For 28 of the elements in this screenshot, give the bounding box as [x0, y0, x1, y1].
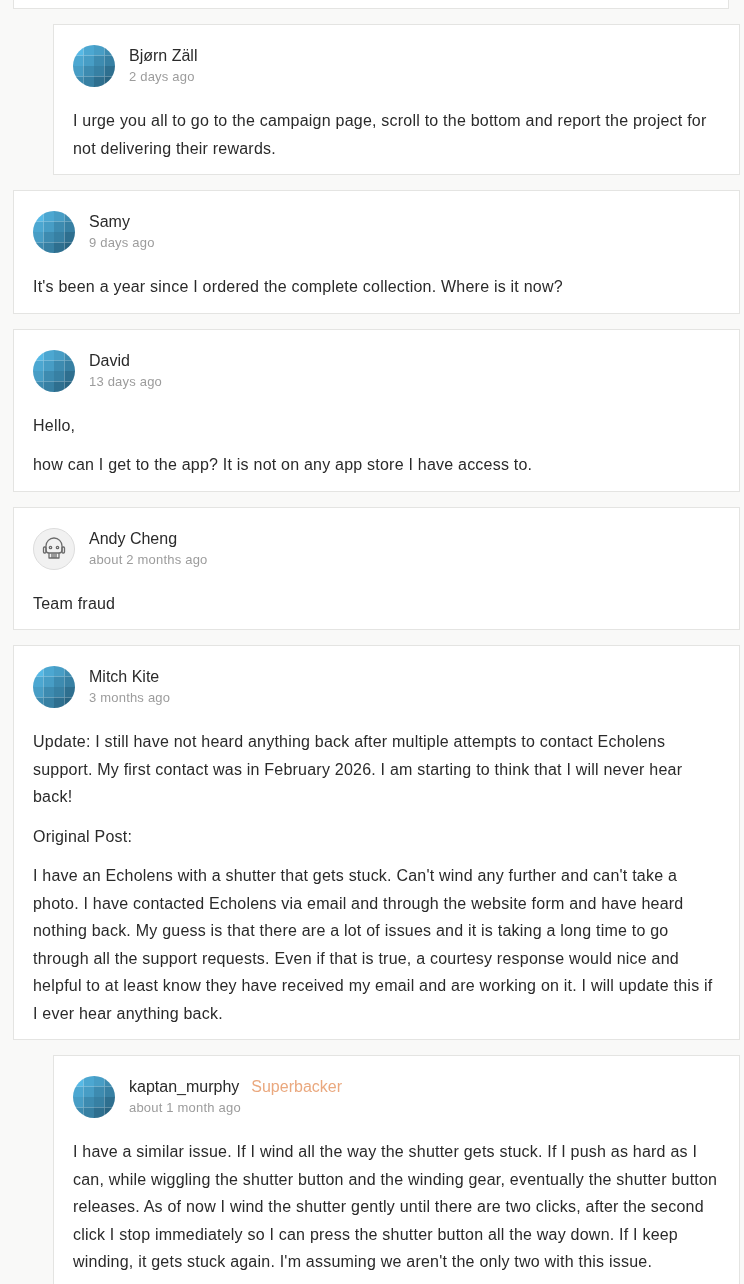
- comment-text: I urge you all to go to the campaign page, scroll to the bottom and report the project for not delivering their rewards.: [73, 111, 708, 159]
- comment-text: I have an Echolens with a shutter that gets stuck. Can't wind any further and can't take a photo. I have contacted Echolens via email and through the website form and have heard nothing back. My guess is that there are a lot of issues and it is taking a long time to go through all the support requests. Even if that is true, a courtesy response would nice and helpful to at least know they have received my email and are working on it. I will update this if I ever hear anything back.: [33, 866, 714, 1024]
- comment-text: how can I get to the app? It is not on any app store I have access to.: [33, 455, 534, 475]
- comment-text: I have a similar issue. If I wind all the way the shutter gets stuck. If I push as hard as I can, while wiggling the shutter button and the winding gear, eventually the shutter button releases. As of now I wind the shutter gently until there are two clicks, after the second click I stop immediately so I can press the shutter button all the way down. If I keep winding, it gets stuck again. I'm assuming we aren't the only two with this issue.: [73, 1142, 719, 1272]
- comment-text: Original Post:: [33, 826, 134, 847]
- author-name: David: [89, 350, 130, 371]
- author-name: kaptan_murphy: [129, 1077, 240, 1097]
- comment-text: Hello,: [33, 415, 77, 436]
- comment-text: Team fraud: [33, 593, 117, 614]
- avatar-icon: [33, 211, 75, 253]
- comment-time: 13 days ago: [89, 372, 163, 391]
- author-name: Andy Cheng: [89, 528, 178, 549]
- comment-time: 9 days ago: [89, 234, 155, 252]
- comment-time: 3 months ago: [89, 689, 171, 707]
- avatar-icon: [73, 45, 115, 87]
- comment-text: Update: I still have not heard anything back after multiple attempts to contact Echolens support. My first contact was in February 2026. I am starting to think that I will never hear back!: [33, 732, 684, 807]
- author-name: Mitch Kite: [89, 667, 160, 687]
- author-name: Bjørn Zäll: [129, 46, 198, 66]
- comment-time: 2 days ago: [129, 68, 195, 86]
- avatar-icon: [33, 349, 75, 392]
- robot-avatar-icon: [33, 527, 75, 570]
- comment-time: about 2 months ago: [89, 550, 208, 569]
- avatar-icon: [33, 666, 75, 708]
- backer-status-label: Superbacker: [251, 1077, 342, 1097]
- comment-time: about 1 month ago: [129, 1099, 241, 1117]
- author-name: Samy: [89, 212, 130, 232]
- avatar-icon: [73, 1076, 115, 1118]
- comment-text: It's been a year since I ordered the complete collection. Where is it now?: [33, 277, 564, 297]
